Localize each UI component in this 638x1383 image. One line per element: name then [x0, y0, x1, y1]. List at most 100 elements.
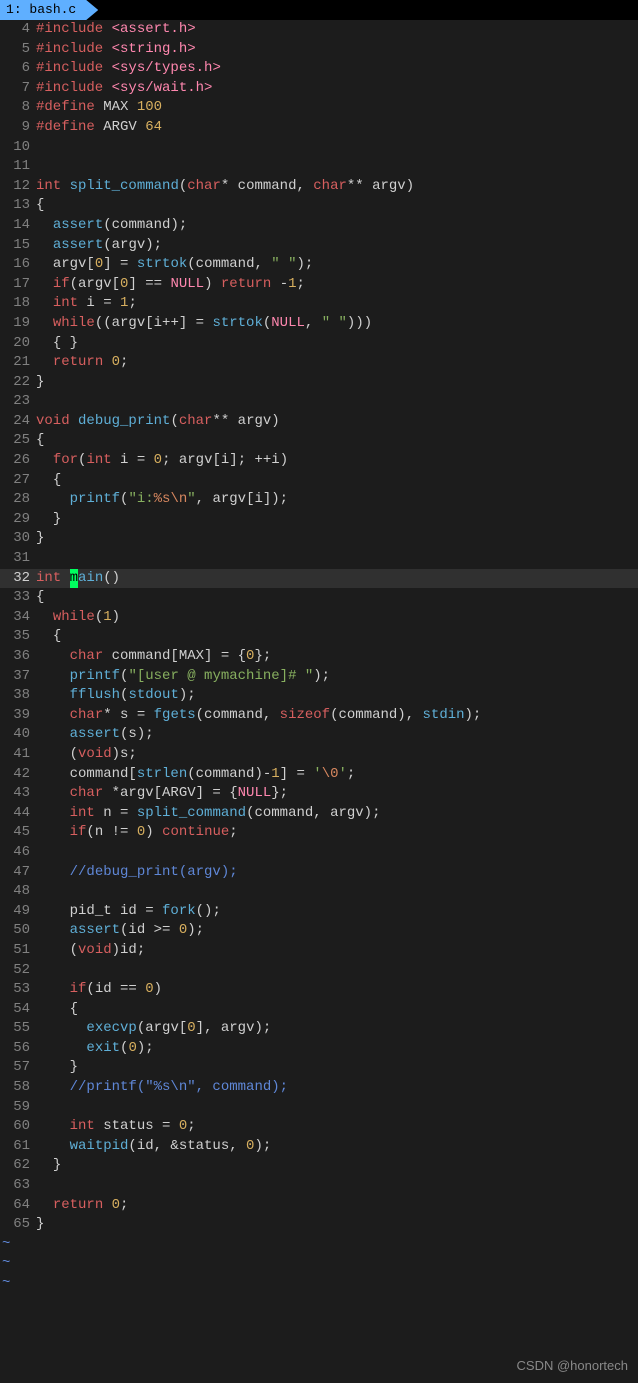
code-line[interactable]: 32int main() [0, 569, 638, 589]
code-content: (void)s; [34, 745, 137, 765]
code-line[interactable]: 54 { [0, 1000, 638, 1020]
code-line[interactable]: 4#include <assert.h> [0, 20, 638, 40]
code-line[interactable]: 7#include <sys/wait.h> [0, 79, 638, 99]
code-line[interactable]: 61 waitpid(id, &status, 0); [0, 1137, 638, 1157]
code-line[interactable]: 49 pid_t id = fork(); [0, 902, 638, 922]
code-line[interactable]: 63 [0, 1176, 638, 1196]
line-number: 19 [0, 314, 34, 334]
code-line[interactable]: 28 printf("i:%s\n", argv[i]); [0, 490, 638, 510]
code-content [34, 157, 36, 177]
empty-line-tilde: ~ [0, 1254, 638, 1274]
code-line[interactable]: 27 { [0, 471, 638, 491]
code-line[interactable]: 59 [0, 1098, 638, 1118]
watermark: CSDN @honortech [517, 1357, 628, 1375]
code-line[interactable]: 11 [0, 157, 638, 177]
code-line[interactable]: 10 [0, 138, 638, 158]
code-line[interactable]: 8#define MAX 100 [0, 98, 638, 118]
code-line[interactable]: 37 printf("[user @ mymachine]# "); [0, 667, 638, 687]
line-number: 54 [0, 1000, 34, 1020]
code-line[interactable]: 17 if(argv[0] == NULL) return -1; [0, 275, 638, 295]
code-line[interactable]: 60 int status = 0; [0, 1117, 638, 1137]
code-content: { [34, 627, 61, 647]
code-content: } [34, 529, 44, 549]
code-content: #include <sys/wait.h> [34, 79, 212, 99]
code-content: for(int i = 0; argv[i]; ++i) [34, 451, 288, 471]
code-line[interactable]: 38 fflush(stdout); [0, 686, 638, 706]
code-line[interactable]: 23 [0, 392, 638, 412]
code-content: { [34, 588, 44, 608]
code-line[interactable]: 43 char *argv[ARGV] = {NULL}; [0, 784, 638, 804]
line-number: 49 [0, 902, 34, 922]
code-line[interactable]: 26 for(int i = 0; argv[i]; ++i) [0, 451, 638, 471]
code-line[interactable]: 39 char* s = fgets(command, sizeof(comma… [0, 706, 638, 726]
code-line[interactable]: 13{ [0, 196, 638, 216]
code-content: #define MAX 100 [34, 98, 162, 118]
code-content: printf("i:%s\n", argv[i]); [34, 490, 288, 510]
code-line[interactable]: 40 assert(s); [0, 725, 638, 745]
code-line[interactable]: 24void debug_print(char** argv) [0, 412, 638, 432]
line-number: 53 [0, 980, 34, 1000]
code-line[interactable]: 58 //printf("%s\n", command); [0, 1078, 638, 1098]
line-number: 18 [0, 294, 34, 314]
code-line[interactable]: 41 (void)s; [0, 745, 638, 765]
code-content: if(argv[0] == NULL) return -1; [34, 275, 305, 295]
code-line[interactable]: 31 [0, 549, 638, 569]
code-content: return 0; [34, 353, 128, 373]
code-line[interactable]: 16 argv[0] = strtok(command, " "); [0, 255, 638, 275]
code-content: { [34, 471, 61, 491]
code-line[interactable]: 20 { } [0, 334, 638, 354]
code-content: { [34, 196, 44, 216]
code-line[interactable]: 44 int n = split_command(command, argv); [0, 804, 638, 824]
code-line[interactable]: 46 [0, 843, 638, 863]
code-line[interactable]: 18 int i = 1; [0, 294, 638, 314]
code-line[interactable]: 29 } [0, 510, 638, 530]
code-line[interactable]: 48 [0, 882, 638, 902]
code-line[interactable]: 25{ [0, 431, 638, 451]
line-number: 62 [0, 1156, 34, 1176]
code-line[interactable]: 33{ [0, 588, 638, 608]
code-line[interactable]: 51 (void)id; [0, 941, 638, 961]
code-line[interactable]: 19 while((argv[i++] = strtok(NULL, " "))… [0, 314, 638, 334]
code-line[interactable]: 53 if(id == 0) [0, 980, 638, 1000]
code-line[interactable]: 14 assert(command); [0, 216, 638, 236]
code-line[interactable]: 56 exit(0); [0, 1039, 638, 1059]
code-line[interactable]: 65} [0, 1215, 638, 1235]
code-line[interactable]: 36 char command[MAX] = {0}; [0, 647, 638, 667]
code-line[interactable]: 45 if(n != 0) continue; [0, 823, 638, 843]
code-editor[interactable]: 4#include <assert.h>5#include <string.h>… [0, 20, 638, 1294]
code-line[interactable]: 9#define ARGV 64 [0, 118, 638, 138]
code-line[interactable]: 62 } [0, 1156, 638, 1176]
code-line[interactable]: 42 command[strlen(command)-1] = '\0'; [0, 765, 638, 785]
line-number: 30 [0, 529, 34, 549]
code-content: } [34, 1215, 44, 1235]
code-content: int status = 0; [34, 1117, 196, 1137]
code-line[interactable]: 47 //debug_print(argv); [0, 863, 638, 883]
code-line[interactable]: 35 { [0, 627, 638, 647]
code-line[interactable]: 15 assert(argv); [0, 236, 638, 256]
line-number: 15 [0, 236, 34, 256]
code-line[interactable]: 57 } [0, 1058, 638, 1078]
code-content: #define ARGV 64 [34, 118, 162, 138]
line-number: 26 [0, 451, 34, 471]
code-line[interactable]: 55 execvp(argv[0], argv); [0, 1019, 638, 1039]
code-line[interactable]: 6#include <sys/types.h> [0, 59, 638, 79]
line-number: 23 [0, 392, 34, 412]
code-content: #include <assert.h> [34, 20, 196, 40]
line-number: 7 [0, 79, 34, 99]
code-line[interactable]: 21 return 0; [0, 353, 638, 373]
line-number: 65 [0, 1215, 34, 1235]
line-number: 52 [0, 961, 34, 981]
code-line[interactable]: 64 return 0; [0, 1196, 638, 1216]
code-line[interactable]: 12int split_command(char* command, char*… [0, 177, 638, 197]
code-line[interactable]: 50 assert(id >= 0); [0, 921, 638, 941]
line-number: 55 [0, 1019, 34, 1039]
line-number: 13 [0, 196, 34, 216]
tab-active[interactable]: 1: bash.c [0, 0, 98, 20]
code-line[interactable]: 34 while(1) [0, 608, 638, 628]
code-content: } [34, 1156, 61, 1176]
code-line[interactable]: 30} [0, 529, 638, 549]
code-line[interactable]: 52 [0, 961, 638, 981]
line-number: 21 [0, 353, 34, 373]
code-line[interactable]: 22} [0, 373, 638, 393]
code-line[interactable]: 5#include <string.h> [0, 40, 638, 60]
